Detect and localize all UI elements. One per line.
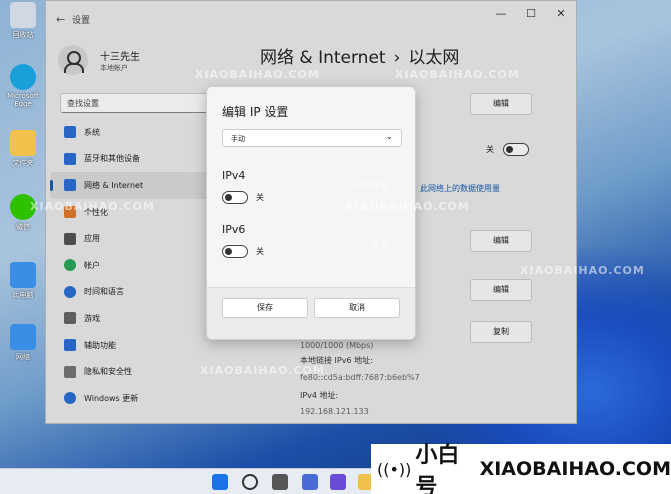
ipv4-toggle-state: 关 bbox=[256, 193, 264, 202]
chevron-down-icon: ⌄ bbox=[385, 132, 393, 142]
task-view-icon[interactable] bbox=[272, 474, 288, 490]
ipv6-heading: IPv6 bbox=[222, 223, 246, 236]
save-button[interactable]: 保存 bbox=[222, 298, 308, 318]
widgets-icon[interactable] bbox=[302, 474, 318, 490]
desktop-icon-label: 此电脑 bbox=[12, 291, 34, 299]
dialog-title: 编辑 IP 设置 bbox=[222, 105, 289, 119]
desktop-icon-folder[interactable]: 文件夹 bbox=[4, 130, 42, 168]
edge-icon bbox=[10, 64, 36, 90]
desktop-icon-network[interactable]: 网络 bbox=[4, 324, 42, 362]
search-icon[interactable] bbox=[242, 474, 258, 490]
brand-name-cn: 小白号 bbox=[415, 443, 460, 494]
desktop-icon-recycle-bin[interactable]: 回收站 bbox=[4, 2, 42, 40]
desktop-icon-label: 微信 bbox=[16, 223, 30, 231]
watermark-brand: ((•)) 小白号 XIAOBAIHAO.COM bbox=[371, 443, 671, 494]
wechat-icon bbox=[10, 194, 36, 220]
chat-icon[interactable] bbox=[330, 474, 346, 490]
computer-icon bbox=[10, 262, 36, 288]
ipv6-toggle-state: 关 bbox=[256, 247, 264, 256]
desktop-icon-label: 网络 bbox=[16, 353, 30, 361]
brand-name-en: XIAOBAIHAO.COM bbox=[479, 458, 671, 480]
cancel-button[interactable]: 取消 bbox=[314, 298, 400, 318]
ipv4-toggle[interactable] bbox=[222, 191, 248, 204]
folder-icon bbox=[10, 130, 36, 156]
ipv6-toggle-row: 关 bbox=[222, 245, 264, 258]
network-icon bbox=[10, 324, 36, 350]
ip-mode-value: 手动 bbox=[231, 135, 245, 143]
desktop-icon-label: 文件夹 bbox=[12, 159, 34, 167]
desktop-icon-this-pc[interactable]: 此电脑 bbox=[4, 262, 42, 300]
recycle-bin-icon bbox=[10, 2, 36, 28]
ipv4-heading: IPv4 bbox=[222, 169, 246, 182]
ipv6-toggle[interactable] bbox=[222, 245, 248, 258]
desktop-icon-label: 回收站 bbox=[12, 31, 34, 39]
ip-mode-select[interactable]: 手动 ⌄ bbox=[222, 129, 402, 147]
broadcast-icon: ((•)) bbox=[377, 459, 412, 479]
desktop-icon-edge[interactable]: Microsoft Edge bbox=[4, 64, 42, 108]
edit-ip-dialog: 编辑 IP 设置 手动 ⌄ IPv4 关 IPv6 关 保存 取消 bbox=[206, 86, 416, 340]
desktop-icon-label: Microsoft Edge bbox=[7, 92, 39, 108]
ipv4-toggle-row: 关 bbox=[222, 191, 264, 204]
desktop-icon-wechat[interactable]: 微信 bbox=[4, 194, 42, 232]
dialog-footer: 保存 取消 bbox=[207, 287, 415, 339]
start-icon[interactable] bbox=[212, 474, 228, 490]
